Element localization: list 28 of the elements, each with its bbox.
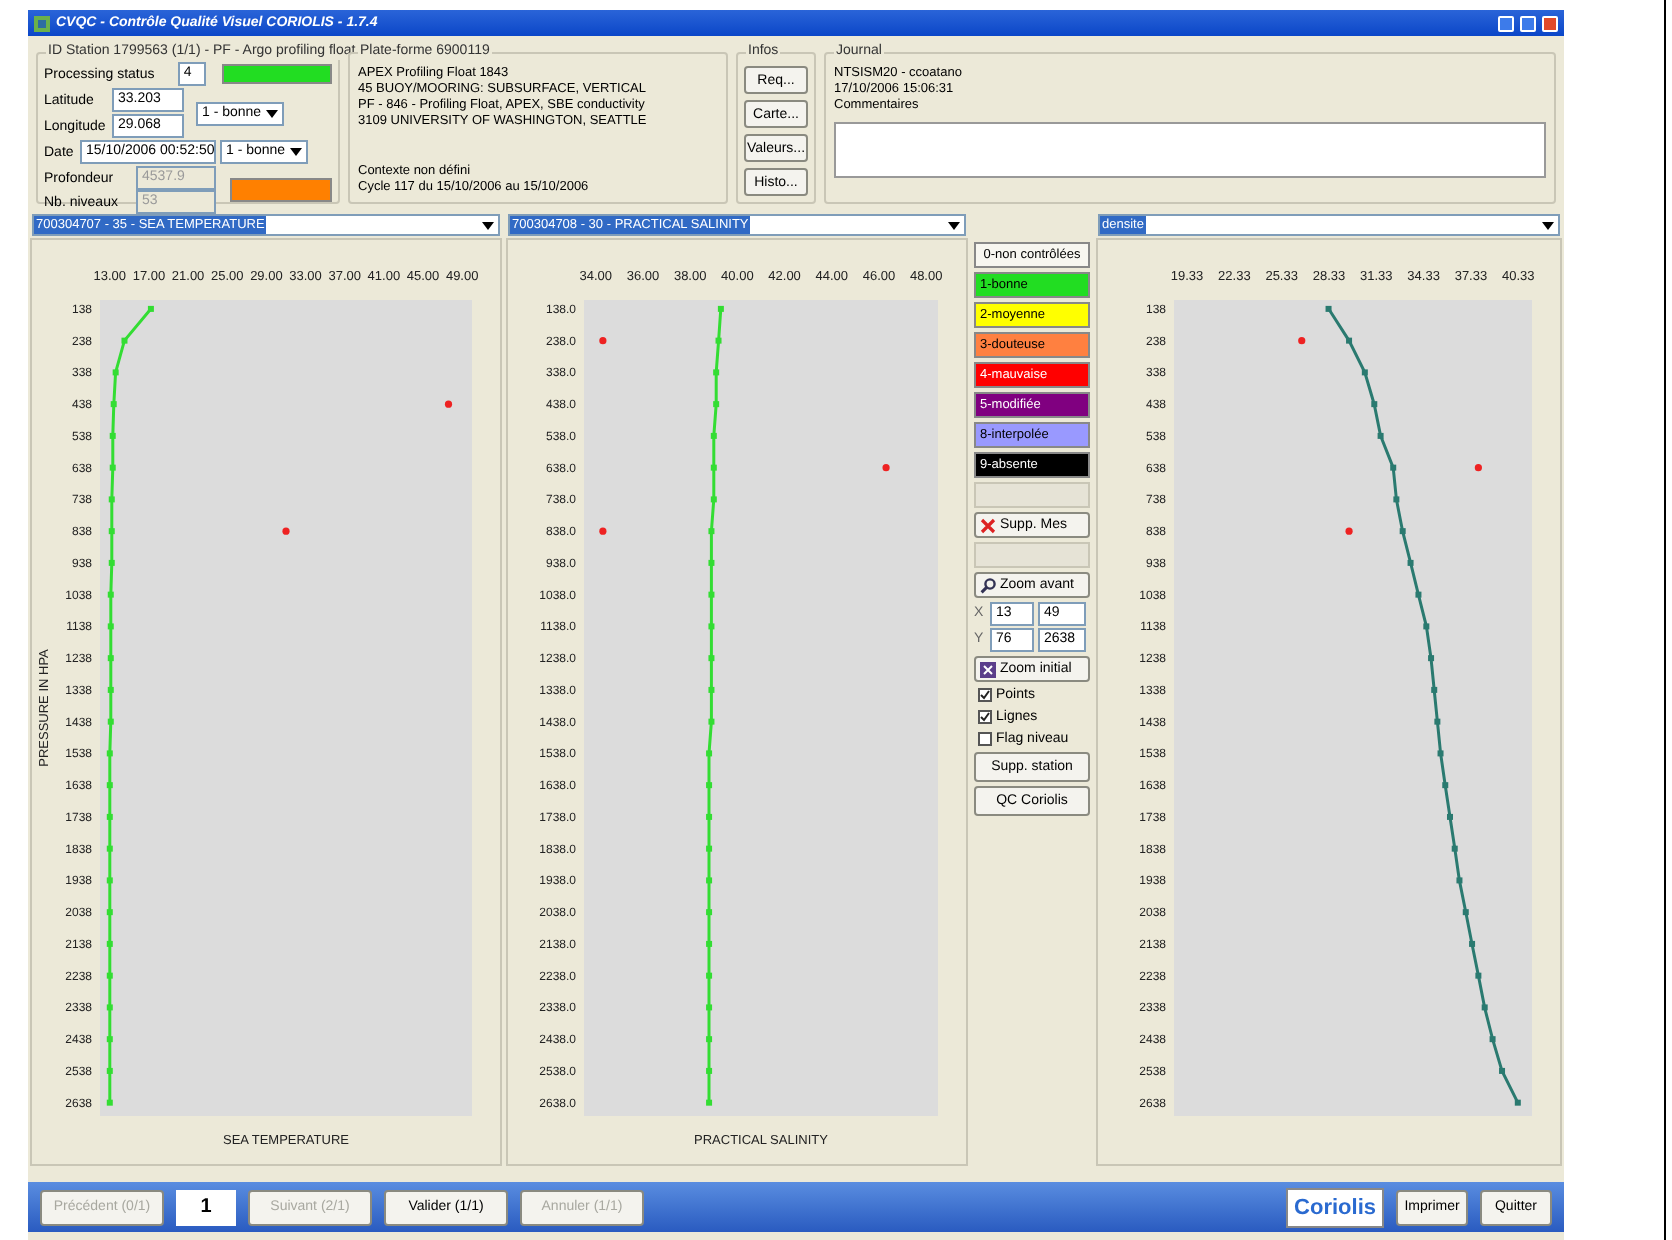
data-point (1298, 337, 1306, 345)
dropdown-arrow-icon (1542, 221, 1554, 229)
comment-field[interactable] (834, 122, 1546, 178)
coriolis-logo: Coriolis (1286, 1187, 1384, 1227)
checkbox[interactable] (978, 688, 992, 702)
checkbox[interactable] (978, 710, 992, 724)
expand-icon (980, 661, 996, 677)
app-icon (34, 15, 50, 31)
data-point (282, 527, 290, 535)
close-icon (980, 517, 996, 533)
checkmark-icon (980, 712, 990, 722)
dropdown-arrow-icon (482, 221, 494, 229)
search-icon (980, 577, 996, 593)
data-point (444, 400, 453, 408)
data-point (599, 337, 607, 345)
dropdown-arrow-icon (948, 221, 960, 229)
close-button[interactable] (1542, 15, 1558, 31)
dropdown-arrow-icon (290, 148, 302, 156)
dropdown-arrow-icon (266, 109, 278, 117)
checkmark-icon (980, 690, 990, 700)
data-point (882, 464, 890, 472)
page-field[interactable]: 1 (176, 1189, 236, 1225)
minimize-button[interactable] (1498, 15, 1514, 31)
data-point (1474, 464, 1482, 472)
checkbox[interactable] (978, 732, 992, 746)
data-point (1345, 527, 1353, 535)
data-point (599, 527, 607, 535)
maximize-button[interactable] (1520, 15, 1536, 31)
